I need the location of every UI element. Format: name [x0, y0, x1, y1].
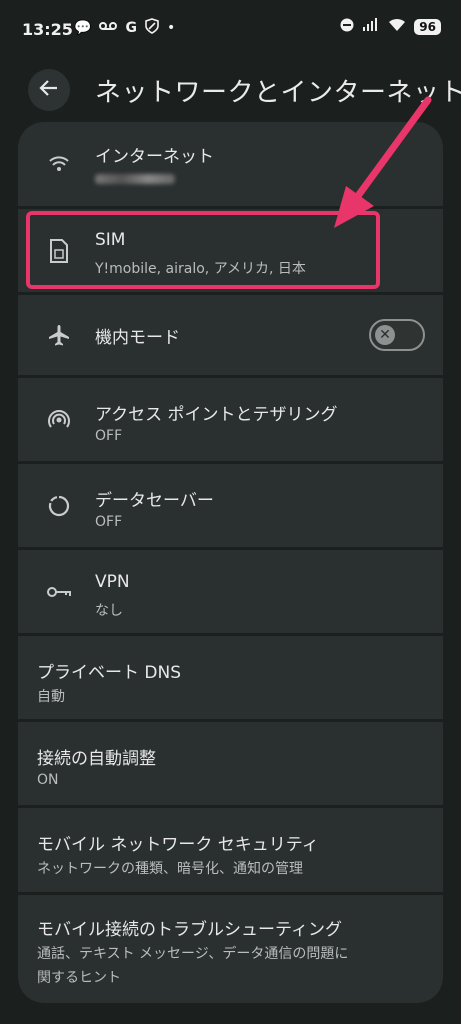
setting-subtitle-line2: 関するヒント [37, 970, 121, 986]
status-left-icons: 💬 G • [74, 18, 175, 38]
do-not-disturb-icon [340, 18, 354, 36]
setting-internet[interactable]: インターネット [18, 122, 443, 206]
dot-icon: • [166, 20, 176, 36]
status-bar: 13:25 💬 G • 96 [0, 0, 461, 58]
setting-subtitle: なし [95, 603, 123, 619]
back-button[interactable] [28, 69, 70, 111]
arrow-left-icon [38, 77, 60, 103]
airplane-icon [46, 322, 72, 348]
setting-subtitle: 自動 [37, 689, 65, 705]
setting-title: 接続の自動調整 [37, 749, 156, 769]
data-saver-icon [46, 493, 72, 519]
setting-title: モバイル接続のトラブルシューティング [37, 920, 342, 940]
setting-subtitle: OFF [95, 514, 123, 530]
status-time: 13:25 [22, 20, 73, 39]
setting-subtitle: ネットワークの種類、暗号化、通知の管理 [37, 861, 303, 877]
setting-title: VPN [95, 572, 130, 592]
setting-title: 機内モード [95, 328, 180, 348]
setting-subtitle: OFF [95, 428, 123, 444]
setting-mobile-troubleshooting[interactable]: モバイル接続のトラブルシューティング 通話、テキスト メッセージ、データ通信の問… [18, 895, 443, 1003]
page-title: ネットワークとインターネット [95, 78, 461, 108]
status-right-icons: 96 [340, 18, 441, 36]
vpn-key-icon [46, 579, 72, 605]
setting-vpn[interactable]: VPN なし [18, 550, 443, 633]
setting-data-saver[interactable]: データセーバー OFF [18, 464, 443, 547]
setting-subtitle-line1: 通話、テキスト メッセージ、データ通信の問題に [37, 946, 349, 962]
setting-airplane-mode[interactable]: 機内モード ✕ [18, 295, 443, 375]
signal-icon [362, 18, 380, 36]
google-icon: G [125, 20, 137, 36]
battery-badge: 96 [414, 19, 441, 35]
shield-icon [145, 18, 159, 38]
hotspot-icon [46, 407, 72, 433]
setting-subtitle-blurred [95, 172, 175, 188]
setting-private-dns[interactable]: プライベート DNS 自動 [18, 636, 443, 719]
setting-title: モバイル ネットワーク セキュリティ [37, 835, 319, 855]
voicemail-icon [99, 20, 118, 36]
setting-title: インターネット [95, 147, 214, 167]
chat-bubble-icon: 💬 [74, 20, 92, 36]
setting-adaptive-connectivity[interactable]: 接続の自動調整 ON [18, 722, 443, 805]
setting-title: データセーバー [95, 491, 214, 511]
setting-title: アクセス ポイントとテザリング [95, 405, 338, 425]
setting-title: プライベート DNS [37, 663, 182, 683]
app-header: ネットワークとインターネット [0, 60, 461, 120]
wifi-icon [388, 18, 406, 36]
close-icon: ✕ [375, 325, 395, 345]
airplane-mode-toggle[interactable]: ✕ [369, 319, 425, 351]
setting-mobile-network-security[interactable]: モバイル ネットワーク セキュリティ ネットワークの種類、暗号化、通知の管理 [18, 808, 443, 892]
setting-subtitle: ON [37, 772, 59, 788]
annotation-highlight-box [26, 211, 380, 289]
wifi-icon [46, 151, 72, 177]
setting-hotspot[interactable]: アクセス ポイントとテザリング OFF [18, 378, 443, 461]
